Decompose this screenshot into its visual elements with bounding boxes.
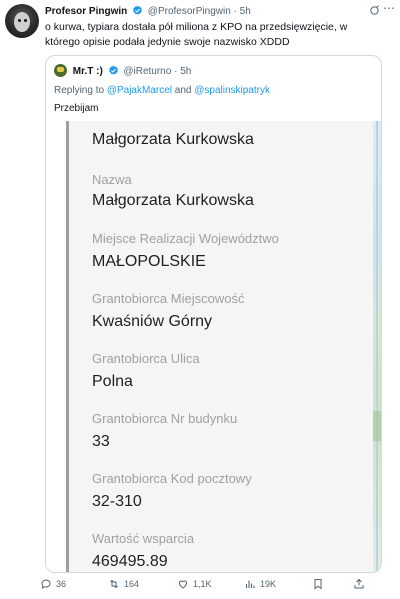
share-icon: [354, 578, 364, 589]
verified-badge-icon: [133, 5, 142, 15]
field-value: Małgorzata Kurkowska: [92, 192, 254, 209]
field-label: Grantobiorca Ulica: [92, 351, 200, 366]
like-button[interactable]: 1,1K: [177, 574, 212, 594]
quoted-author-handle: @iReturno: [123, 66, 172, 77]
replying-to-and: and: [171, 85, 195, 96]
repost-count: 164: [124, 579, 140, 589]
repost-icon: [110, 579, 118, 589]
bookmark-button[interactable]: [312, 574, 328, 594]
quoted-tweet-image[interactable]: Małgorzata Kurkowska Nazwa Małgorzata Ku…: [46, 121, 381, 572]
reply-count: 36: [56, 579, 67, 589]
grok-icon[interactable]: [369, 5, 380, 16]
field-value: Małgorzata Kurkowska: [92, 131, 254, 148]
quoted-tweet[interactable]: Mr.T :) @iReturno · 5h Replying to @Paja…: [45, 55, 382, 573]
field-label: Miejsce Realizacji Województwo: [92, 231, 279, 246]
tweet-time[interactable]: 5h: [240, 6, 251, 17]
bookmark-icon: [314, 579, 322, 590]
tweet-text: o kurwa, typiara dostała pół miliona z K…: [45, 21, 348, 48]
author-handle[interactable]: @ProfesorPingwin: [148, 6, 231, 17]
field-value: 32-310: [92, 493, 142, 510]
share-button[interactable]: [353, 574, 369, 594]
views-icon: [245, 580, 255, 588]
reply-button[interactable]: 36: [40, 574, 66, 594]
field-value: Polna: [92, 373, 133, 390]
image-data-panel: Małgorzata Kurkowska Nazwa Małgorzata Ku…: [69, 121, 373, 572]
image-map-edge: [373, 121, 381, 572]
mention-link[interactable]: @spalinskipatryk: [194, 85, 270, 96]
quoted-tweet-text: Przebijam: [54, 103, 99, 114]
field-label: Grantobiorca Nr budynku: [92, 411, 238, 426]
field-label: Wartość wsparcia: [92, 531, 195, 546]
action-bar: 36 164 1,1K 19K: [40, 574, 396, 594]
author-name[interactable]: Profesor Pingwin: [45, 6, 127, 17]
like-icon: [178, 580, 188, 589]
separator-dot: ·: [174, 66, 178, 77]
tweet: Profesor Pingwin @ProfesorPingwin · 5h ⋯…: [0, 0, 400, 599]
author-avatar[interactable]: [5, 4, 39, 38]
verified-badge-icon: [108, 65, 118, 75]
separator-dot: ·: [233, 6, 237, 17]
views-count: 19K: [260, 579, 277, 589]
replying-to: Replying to @PajakMarcel and @spalinskip…: [54, 84, 270, 98]
field-label: Grantobiorca Kod pocztowy: [92, 471, 252, 486]
quoted-tweet-time: 5h: [180, 66, 192, 77]
views-button[interactable]: 19K: [244, 574, 276, 594]
field-value: MAŁOPOLSKIE: [92, 253, 206, 270]
quoted-author-avatar: [54, 64, 67, 77]
tweet-header: Profesor Pingwin @ProfesorPingwin · 5h: [45, 4, 392, 20]
field-value: 469495.89: [92, 553, 168, 570]
reply-icon: [41, 579, 51, 590]
field-label: Nazwa: [92, 172, 132, 187]
like-count: 1,1K: [193, 579, 212, 589]
field-label: Grantobiorca Miejscowość: [92, 291, 245, 306]
replying-to-label: Replying to: [54, 85, 107, 96]
repost-button[interactable]: 164: [108, 574, 139, 594]
quoted-author-name: Mr.T :): [72, 66, 103, 77]
image-left-edge: [46, 121, 66, 572]
mention-link[interactable]: @PajakMarcel: [107, 85, 172, 96]
quoted-tweet-header: Mr.T :) @iReturno · 5h: [54, 64, 191, 78]
field-value: 33: [92, 433, 110, 450]
more-icon[interactable]: ⋯: [382, 2, 396, 15]
field-value: Kwaśniów Górny: [92, 313, 213, 330]
